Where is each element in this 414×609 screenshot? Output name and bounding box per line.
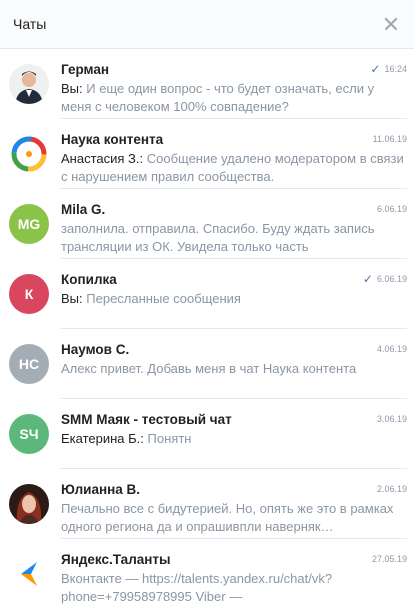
chat-date-text: 11.06.19 <box>372 134 407 144</box>
chat-date: 6.06.19 <box>377 204 407 214</box>
chat-avatar[interactable]: SЧ <box>9 414 49 454</box>
chat-row[interactable]: Наука контента 11.06.19 Анастасия З.: Сооб… <box>0 119 414 189</box>
chat-preview: Анастасия З.: Сообщение удалено модерато… <box>61 150 407 185</box>
chats-header: Чаты <box>0 0 414 49</box>
chat-date: 11.06.19 <box>373 134 407 144</box>
chat-name: SMM Маяк - тестовый чат <box>61 412 232 427</box>
chat-date: 4.06.19 <box>377 344 407 354</box>
chat-name: Юлианна В. <box>61 482 141 497</box>
avatar-initials: НС <box>18 356 40 372</box>
chat-row[interactable]: К Копилка ✓ 6.06.19 Вы: Пересланные сообщени… <box>0 259 414 329</box>
chat-name: Наука контента <box>61 132 164 147</box>
chat-date: 27.05.19 <box>372 554 407 564</box>
chat-preview: Печально все с бидутерией. Но, опять же … <box>61 500 407 535</box>
chat-list: Герман ✓ 16:24 Вы: И еще один вопрос - что … <box>0 49 414 609</box>
chat-date: 3.06.19 <box>377 414 407 424</box>
preview-text: И еще один вопрос - что будет означать, … <box>61 81 375 114</box>
chat-preview: Вы: И еще один вопрос - что будет означа… <box>61 80 407 115</box>
chat-date: ✓ 16:24 <box>370 61 407 76</box>
chat-name: Копилка <box>61 272 117 287</box>
read-check-icon: ✓ <box>362 271 373 286</box>
preview-sender: Екатерина Б.: <box>61 431 144 446</box>
scrollbar[interactable] <box>407 110 411 410</box>
chat-row[interactable]: Яндекс.Таланты 27.05.19 Вконтакте — https:… <box>0 539 414 609</box>
yandex-talents-logo-icon <box>9 554 49 594</box>
chat-content: Юлианна В. 2.06.19 Печально все с бидутери… <box>61 480 407 539</box>
chat-row[interactable]: Юлианна В. 2.06.19 Печально все с бидутери… <box>0 469 414 539</box>
chat-date-text: 6.06.19 <box>376 204 407 214</box>
science-logo-icon <box>9 134 49 174</box>
chat-content: Наумов С. 4.06.19 Алекс привет. Добавь мен… <box>61 340 407 399</box>
preview-sender: Анастасия З.: <box>61 151 144 166</box>
avatar-initials: К <box>24 286 34 302</box>
preview-text: Пересланные сообщения <box>86 291 241 306</box>
chat-date-text: 16:24 <box>384 64 407 74</box>
chat-date-text: 6.06.19 <box>376 274 407 284</box>
preview-sender: Вы: <box>61 291 83 306</box>
chat-preview: Вы: Пересланные сообщения <box>61 290 407 308</box>
preview-sender: Вы: <box>61 81 83 96</box>
chat-avatar[interactable]: К <box>9 274 49 314</box>
person-photo <box>9 64 49 104</box>
chat-date: 2.06.19 <box>377 484 407 494</box>
chat-content: Mila G. 6.06.19 заполнила. отправила. Спас… <box>61 200 407 259</box>
chat-name: Яндекс.Таланты <box>61 552 171 567</box>
chat-preview: заполнила. отправила. Спасибо. Буду ждат… <box>61 220 407 255</box>
chat-row[interactable]: SЧ SMM Маяк - тестовый чат 3.06.19 Екатерин… <box>0 399 414 469</box>
chat-date: ✓ 6.06.19 <box>362 271 407 286</box>
chat-preview: Вконтакте — https://talents.yandex.ru/ch… <box>61 570 407 605</box>
avatar-initials: MG <box>17 216 41 232</box>
chat-preview: Екатерина Б.: Понятн <box>61 430 407 448</box>
chat-date-text: 4.06.19 <box>376 344 407 354</box>
preview-text: Вконтакте — https://talents.yandex.ru/ch… <box>61 571 333 604</box>
chat-date-text: 3.06.19 <box>376 414 407 424</box>
chat-content: Наука контента 11.06.19 Анастасия З.: Сооб… <box>61 130 407 189</box>
preview-text: Понятн <box>147 431 192 446</box>
chat-avatar[interactable] <box>9 484 49 524</box>
chat-avatar[interactable] <box>9 554 49 594</box>
chat-avatar[interactable] <box>9 134 49 174</box>
chat-name: Наумов С. <box>61 342 130 357</box>
chat-row[interactable]: MG Mila G. 6.06.19 заполнила. отправила. Сп… <box>0 189 414 259</box>
chat-row[interactable]: НС Наумов С. 4.06.19 Алекс привет. Добавь м… <box>0 329 414 399</box>
chat-name: Герман <box>61 62 110 77</box>
chat-content: Герман ✓ 16:24 Вы: И еще один вопрос - что … <box>61 60 407 119</box>
chat-row[interactable]: Герман ✓ 16:24 Вы: И еще один вопрос - что … <box>0 49 414 119</box>
avatar-initials: SЧ <box>19 426 39 442</box>
chat-avatar[interactable]: НС <box>9 344 49 384</box>
chat-preview: Алекс привет. Добавь меня в чат Наука ко… <box>61 360 407 378</box>
preview-text: Алекс привет. Добавь меня в чат Наука ко… <box>61 361 357 376</box>
preview-text: заполнила. отправила. Спасибо. Буду ждат… <box>61 221 375 254</box>
chat-content: SMM Маяк - тестовый чат 3.06.19 Екатерина … <box>61 410 407 469</box>
preview-text: Печально все с бидутерией. Но, опять же … <box>61 501 394 534</box>
close-icon[interactable] <box>382 15 400 33</box>
chat-date-text: 27.05.19 <box>371 554 407 564</box>
person-photo <box>9 484 49 524</box>
chat-avatar[interactable]: MG <box>9 204 49 244</box>
chat-content: Яндекс.Таланты 27.05.19 Вконтакте — https:… <box>61 550 407 609</box>
read-check-icon: ✓ <box>370 61 381 76</box>
chat-name: Mila G. <box>61 202 106 217</box>
chat-date-text: 2.06.19 <box>376 484 407 494</box>
chat-avatar[interactable] <box>9 64 49 104</box>
chat-content: Копилка ✓ 6.06.19 Вы: Пересланные сообщения <box>61 270 407 329</box>
header-title: Чаты <box>13 16 47 32</box>
